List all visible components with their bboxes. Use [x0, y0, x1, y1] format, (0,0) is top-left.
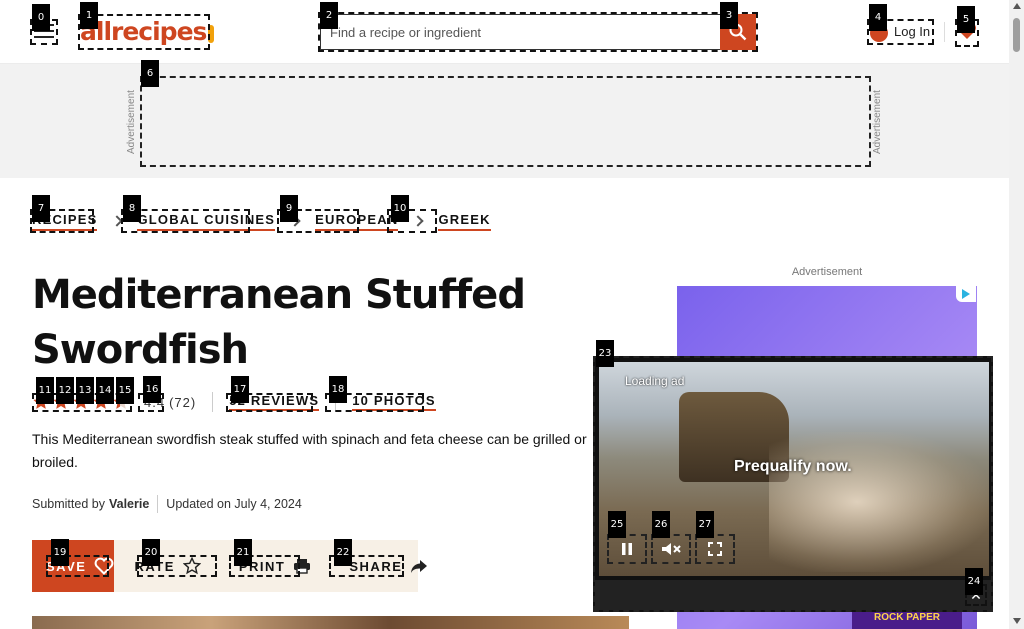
adchoices-icon[interactable] — [956, 286, 976, 302]
top-ad-slot[interactable] — [140, 76, 871, 167]
marker-4: 4 — [869, 4, 887, 31]
video-player[interactable]: Loading ad Prequalify now. ✕ — [593, 356, 993, 612]
marker-6: 6 — [141, 60, 159, 87]
video-frame[interactable]: Loading ad Prequalify now. — [599, 362, 989, 576]
scrollbar-thumb[interactable] — [1013, 18, 1020, 52]
marker-14: 14 — [96, 377, 114, 404]
marker-18: 18 — [329, 376, 347, 403]
marker-12: 12 — [56, 377, 74, 404]
pause-icon — [622, 543, 632, 555]
marker-27: 27 — [696, 511, 714, 538]
marker-9: 9 — [280, 195, 298, 222]
marker-2: 2 — [320, 2, 338, 29]
marker-25: 25 — [608, 511, 626, 538]
updated-date: Updated on July 4, 2024 — [166, 497, 302, 511]
marker-8: 8 — [123, 195, 141, 222]
scroll-down-arrow[interactable] — [1013, 618, 1021, 624]
pause-button[interactable] — [607, 534, 647, 564]
right-ad-label: Advertisement — [791, 266, 863, 278]
scroll-up-arrow[interactable] — [1013, 3, 1021, 9]
rating-divider — [212, 392, 214, 412]
marker-21: 21 — [234, 539, 252, 566]
mute-button[interactable] — [651, 534, 691, 564]
marker-22: 22 — [334, 539, 352, 566]
fullscreen-icon — [708, 542, 722, 556]
video-promo-text: Prequalify now. — [734, 458, 852, 475]
marker-10: 10 — [391, 195, 409, 222]
marker-19: 19 — [51, 539, 69, 566]
page-title: Mediterranean Stuffed Swordfish — [32, 272, 526, 373]
page-scrollbar[interactable] — [1009, 0, 1024, 629]
loading-ad-text: Loading ad — [625, 374, 685, 388]
share-arrow-icon — [411, 560, 428, 573]
marker-15: 15 — [116, 377, 134, 404]
muted-speaker-icon — [662, 543, 681, 555]
recipe-description: This Mediterranean swordfish steak stuff… — [32, 431, 587, 470]
marker-5: 5 — [957, 6, 975, 33]
marker-20: 20 — [142, 539, 160, 566]
marker-0: 0 — [32, 4, 50, 31]
marker-23: 23 — [596, 340, 614, 367]
marker-17: 17 — [231, 376, 249, 403]
marker-11: 11 — [36, 377, 54, 404]
byline: Submitted by Valerie Updated on July 4, … — [32, 495, 302, 513]
breadcrumb-greek[interactable]: GREEK — [438, 212, 491, 231]
author-link[interactable]: Valerie — [109, 497, 149, 511]
marker-1: 1 — [80, 2, 98, 29]
byline-divider — [157, 495, 159, 513]
ad-label-right: Advertisement — [872, 90, 883, 154]
video-footer-bar — [595, 580, 991, 610]
marker-3: 3 — [720, 2, 738, 29]
recipe-hero-image[interactable] — [32, 616, 629, 629]
som-box-2 — [318, 12, 758, 52]
marker-16: 16 — [143, 376, 161, 403]
rating-count: (72) — [169, 394, 197, 410]
marker-24: 24 — [965, 568, 983, 595]
ad-label-left: Advertisement — [126, 90, 137, 154]
marker-13: 13 — [76, 377, 94, 404]
fullscreen-button[interactable] — [695, 534, 735, 564]
video-dust-effect — [769, 432, 989, 572]
marker-26: 26 — [652, 511, 670, 538]
marker-7: 7 — [32, 195, 50, 222]
submitted-prefix: Submitted by — [32, 497, 105, 511]
header-divider — [944, 22, 945, 42]
